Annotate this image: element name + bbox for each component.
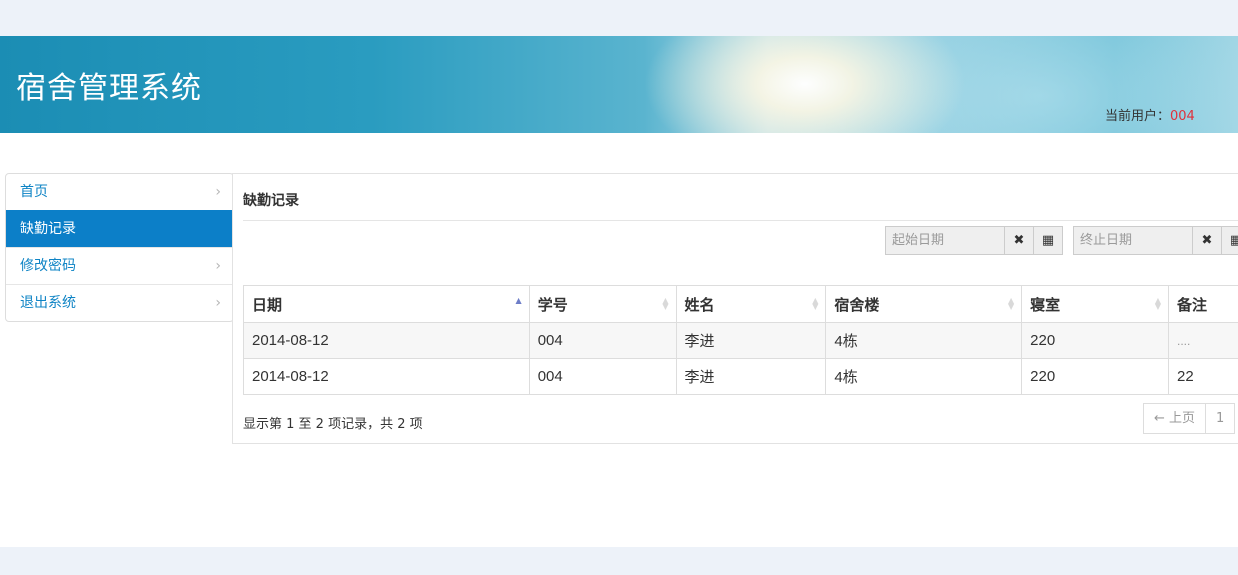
sidebar-item-label: 退出系统 (20, 295, 76, 311)
cell-remark: .... (1168, 322, 1238, 359)
cell-building: 4栋 (825, 358, 1023, 395)
bottom-strip (0, 547, 1238, 575)
chevron-right-icon: › (215, 258, 221, 274)
clear-icon[interactable]: ✖ (1193, 226, 1222, 255)
cell-name: 李进 (675, 322, 827, 359)
sort-icon: ▲▼ (1154, 296, 1161, 311)
current-user-info: 当前用户：004 (1105, 105, 1195, 124)
sidebar-item-home[interactable]: 首页 › (6, 174, 233, 210)
cell-name: 李进 (675, 358, 827, 395)
absence-table: 日期▲▼ 学号▲▼ 姓名▲▼ 宿舍楼▲▼ 寝室▲▼ 备注 2014-08-12 … (243, 285, 1238, 395)
column-header-name[interactable]: 姓名 ▲ ▼ (675, 285, 827, 323)
divider (243, 220, 1238, 221)
panel-title: 缺勤记录 (243, 193, 299, 209)
sidebar-item-label: 首页 (20, 184, 48, 200)
current-user-label: 当前用户： (1105, 109, 1171, 124)
cell-student-id: 004 (528, 322, 677, 359)
cell-date: 2014-08-12 (243, 358, 530, 395)
sort-icon: ▲▼ (1008, 296, 1015, 311)
sidebar-item-label: 缺勤记录 (20, 221, 76, 237)
start-date-group: 起始日期 ✖ ▦ (885, 226, 1063, 255)
clear-icon[interactable]: ✖ (1005, 226, 1034, 255)
cell-student-id: 004 (528, 358, 677, 395)
sidebar-item-change-password[interactable]: 修改密码 › (6, 247, 233, 284)
calendar-icon[interactable]: ▦ (1034, 226, 1063, 255)
page-button-1[interactable]: 1 (1206, 403, 1236, 434)
sidebar-nav: 首页 › 缺勤记录 修改密码 › 退出系统 › (5, 173, 234, 322)
column-header-student-id[interactable]: 学号 ▲ ▼ (528, 285, 677, 323)
cell-building: 4栋 (825, 322, 1023, 359)
column-header-building[interactable]: 宿舍楼 ▲ ▼ (825, 285, 1023, 323)
main-panel: 缺勤记录 起始日期 ✖ ▦ 终止日期 ✖ ▦ 日期▲▼ 学号▲▼ 姓名▲▼ 宿舍… (232, 173, 1238, 444)
start-date-input[interactable]: 起始日期 (885, 226, 1005, 255)
cell-room: 220 (1021, 358, 1169, 395)
pagination: ← 上页 1 (1143, 403, 1236, 434)
table-info: 显示第 1 至 2 项记录，共 2 项 (243, 417, 423, 432)
header-banner: 宿舍管理系统 当前用户：004 (0, 36, 1238, 133)
prev-page-button[interactable]: ← 上页 (1143, 403, 1207, 434)
column-header-date[interactable]: 日期▲▼ (243, 285, 530, 323)
current-user-id: 004 (1170, 109, 1195, 124)
calendar-icon[interactable]: ▦ (1222, 226, 1238, 255)
sort-icon: ▲▼ (812, 296, 819, 311)
sidebar-item-label: 修改密码 (20, 258, 76, 274)
end-date-input[interactable]: 终止日期 (1073, 226, 1193, 255)
sidebar-item-logout[interactable]: 退出系统 › (6, 284, 233, 321)
column-header-room[interactable]: 寝室 ▲ ▼ (1021, 285, 1169, 323)
app-title: 宿舍管理系统 (16, 71, 202, 106)
table-header-row: 日期▲▼ 学号▲▼ 姓名▲▼ 宿舍楼▲▼ 寝室▲▼ 备注 (243, 285, 1238, 323)
cell-remark: 22 (1168, 358, 1238, 395)
chevron-right-icon: › (215, 295, 221, 311)
sort-icon: ▲▼ (515, 296, 522, 305)
sidebar-item-absence-records[interactable]: 缺勤记录 (6, 210, 233, 247)
end-date-group: 终止日期 ✖ ▦ (1073, 226, 1238, 255)
column-header-remark[interactable]: 备注 (1168, 285, 1238, 323)
cell-room: 220 (1021, 322, 1169, 359)
top-strip (0, 0, 1238, 36)
cell-date: 2014-08-12 (243, 322, 530, 359)
chevron-right-icon: › (215, 184, 221, 200)
table-row: 2014-08-12 004 李进 4栋 220 .... (243, 322, 1238, 359)
table-row: 2014-08-12 004 李进 4栋 220 22 (243, 358, 1238, 395)
sort-icon: ▲▼ (662, 296, 669, 311)
